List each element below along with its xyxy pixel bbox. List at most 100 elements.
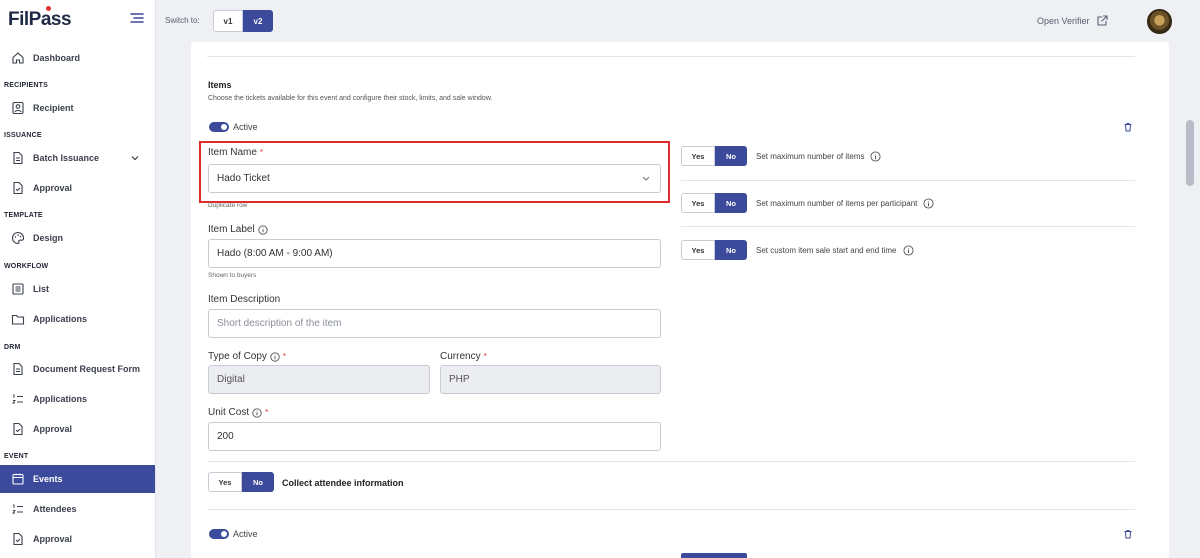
type-of-copy-label: Type of Copy * — [208, 351, 287, 362]
chevron-down-icon — [131, 156, 139, 161]
version-v2-button[interactable]: v2 — [243, 10, 273, 32]
sidebar-item-label: Design — [33, 233, 64, 243]
max-items-toggle[interactable]: Yes No — [681, 146, 747, 166]
duplicate-helper: Duplicate row — [208, 202, 248, 209]
sidebar-item-design[interactable]: Design — [0, 225, 155, 251]
documents-icon — [13, 151, 23, 165]
sidebar-item-approval-issuance[interactable]: Approval — [0, 175, 155, 201]
sidebar-item-label: Dashboard — [33, 53, 81, 63]
open-verifier-label: Open Verifier — [1037, 16, 1090, 26]
max-per-participant-toggle[interactable]: Yes No — [681, 193, 747, 213]
sidebar-item-label: Attendees — [33, 504, 77, 514]
info-icon[interactable] — [252, 407, 262, 418]
folder-icon — [11, 314, 25, 325]
divider — [681, 180, 1135, 181]
trash-icon[interactable] — [1123, 122, 1133, 132]
sidebar-item-recipient[interactable]: Recipient — [0, 95, 155, 121]
divider — [207, 56, 1135, 57]
sidebar-section-template: TEMPLATE — [4, 212, 43, 219]
active-label: Active — [233, 122, 258, 132]
collect-attendee-label: Collect attendee information — [282, 478, 404, 488]
no-button[interactable]: No — [242, 472, 274, 492]
divider — [207, 509, 1135, 510]
info-icon[interactable] — [258, 224, 268, 235]
no-button[interactable]: No — [715, 240, 747, 260]
document-check-icon — [13, 532, 23, 546]
sidebar-item-label: Events — [33, 474, 63, 484]
sidebar: FilPass Dashboard RECIPIENTS Recipient I… — [0, 0, 156, 558]
sidebar-item-attendees[interactable]: Attendees — [0, 496, 155, 522]
sidebar-item-label: List — [33, 284, 50, 294]
unit-cost-label: Unit Cost * — [208, 407, 269, 418]
item-description-label: Item Description — [208, 294, 281, 305]
no-button[interactable]: No — [715, 146, 747, 166]
next-item-toggle-partial — [681, 553, 747, 558]
sidebar-item-events[interactable]: Events — [0, 465, 155, 493]
custom-sale-time-toggle[interactable]: Yes No — [681, 240, 747, 260]
collect-attendee-toggle[interactable]: Yes No — [208, 472, 274, 492]
sidebar-item-label: Approval — [33, 424, 73, 434]
sidebar-item-label: Approval — [33, 534, 73, 544]
currency-field: PHP — [440, 365, 661, 394]
type-of-copy-field: Digital — [208, 365, 430, 394]
sidebar-item-list[interactable]: List — [0, 276, 155, 302]
info-icon[interactable] — [923, 198, 934, 209]
item-label-value: Hado (8:00 AM - 9:00 AM) — [217, 248, 333, 259]
active-toggle[interactable] — [209, 122, 229, 132]
sidebar-item-label: Approval — [33, 183, 73, 193]
documents-icon — [13, 362, 23, 376]
sidebar-item-label: Applications — [33, 394, 88, 404]
yes-button[interactable]: Yes — [681, 240, 715, 260]
brand-logo[interactable]: FilPass — [8, 6, 72, 31]
collapse-sidebar-icon[interactable] — [130, 12, 144, 24]
document-check-icon — [13, 181, 23, 195]
highlight-box — [199, 141, 670, 203]
no-button[interactable]: No — [715, 193, 747, 213]
divider — [207, 461, 1135, 462]
page-scrollbar[interactable] — [1186, 120, 1194, 186]
sidebar-section-recipients: RECIPIENTS — [4, 82, 49, 89]
item-label-input[interactable]: Hado (8:00 AM - 9:00 AM) — [208, 239, 661, 268]
sidebar-item-label: Recipient — [33, 103, 74, 113]
info-icon[interactable] — [270, 351, 280, 362]
active-label-2: Active — [233, 529, 258, 539]
sidebar-item-label: Applications — [33, 314, 88, 324]
palette-icon — [12, 231, 25, 245]
yes-button[interactable]: Yes — [681, 193, 715, 213]
open-verifier-link[interactable]: Open Verifier — [1037, 15, 1108, 27]
items-section-title: Items — [208, 80, 232, 90]
home-icon — [12, 52, 24, 64]
sidebar-item-approval-drm[interactable]: Approval — [0, 416, 155, 442]
sidebar-item-applications-drm[interactable]: Applications — [0, 386, 155, 412]
currency-label: Currency * — [440, 351, 487, 362]
numbered-list-icon — [12, 504, 23, 514]
user-card-icon — [12, 101, 24, 115]
switch-label: Switch to: — [165, 16, 200, 25]
sidebar-item-document-request-form[interactable]: Document Request Form — [0, 356, 155, 382]
sidebar-item-label: Batch Issuance — [33, 153, 100, 163]
yes-button[interactable]: Yes — [681, 146, 715, 166]
document-check-icon — [13, 422, 23, 436]
sidebar-section-drm: DRM — [4, 344, 21, 351]
info-icon[interactable] — [870, 151, 882, 162]
sidebar-item-applications-workflow[interactable]: Applications — [0, 306, 155, 332]
item-label-label: Item Label — [208, 224, 268, 235]
info-icon[interactable] — [902, 245, 914, 256]
custom-sale-time-option: Set custom item sale start and end time — [756, 245, 914, 256]
yes-button[interactable]: Yes — [208, 472, 242, 492]
sidebar-item-approval-event[interactable]: Approval — [0, 526, 155, 552]
calendar-icon — [12, 473, 24, 485]
sidebar-section-issuance: ISSUANCE — [4, 132, 42, 139]
trash-icon[interactable] — [1123, 529, 1133, 539]
sidebar-item-dashboard[interactable]: Dashboard — [0, 45, 155, 71]
active-toggle-2[interactable] — [209, 529, 229, 539]
logo-accent-dot — [46, 6, 51, 11]
event-form-card: Items Choose the tickets available for t… — [191, 42, 1169, 558]
avatar[interactable] — [1147, 9, 1172, 34]
version-v1-button[interactable]: v1 — [213, 10, 243, 32]
list-box-icon — [12, 283, 24, 295]
item-label-helper: Shown to buyers — [208, 272, 257, 279]
item-description-input[interactable]: Short description of the item — [208, 309, 661, 338]
sidebar-item-batch-issuance[interactable]: Batch Issuance — [0, 145, 155, 171]
unit-cost-input[interactable]: 200 — [208, 422, 661, 451]
